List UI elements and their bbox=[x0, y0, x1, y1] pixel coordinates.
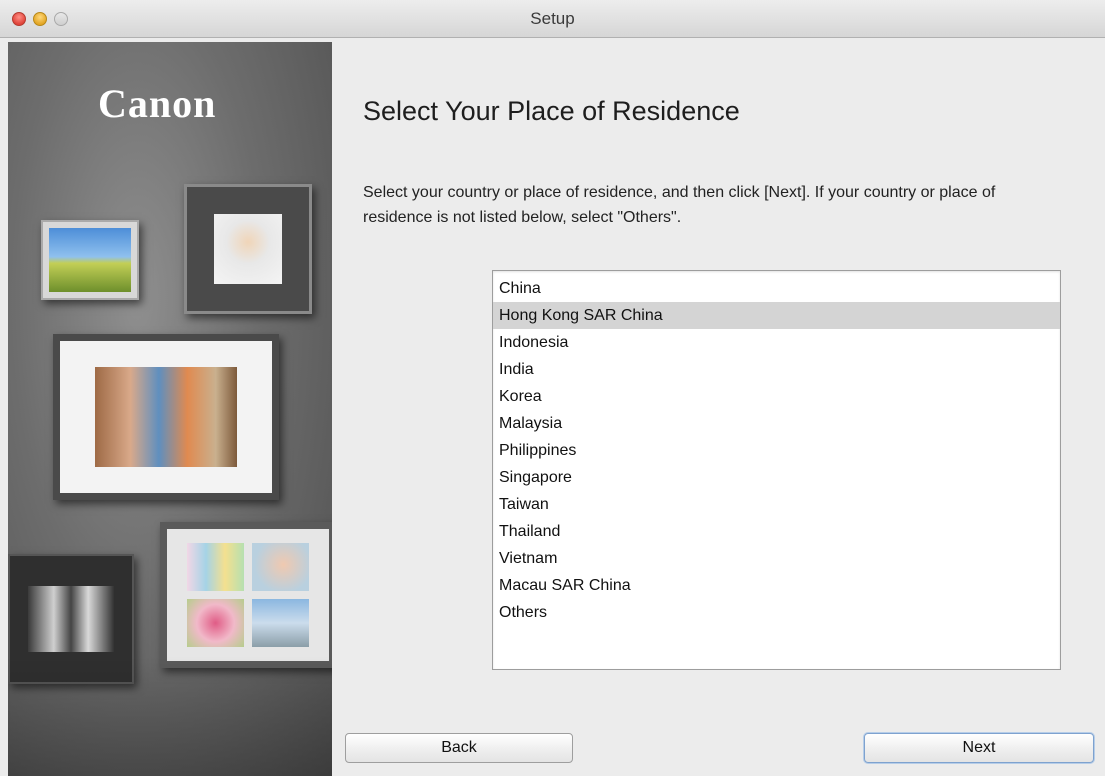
page-title: Select Your Place of Residence bbox=[363, 96, 740, 126]
title-bar: Setup bbox=[0, 0, 1105, 38]
country-list[interactable]: China Hong Kong SAR China Indonesia India Ko… bbox=[492, 270, 1061, 670]
country-list-item[interactable]: India bbox=[493, 356, 1060, 383]
country-list-item[interactable]: Malaysia bbox=[493, 410, 1060, 437]
next-button[interactable]: Next bbox=[864, 733, 1094, 763]
country-list-item[interactable]: Hong Kong SAR China bbox=[493, 302, 1060, 329]
family-photo-frame bbox=[8, 554, 134, 684]
country-list-item[interactable]: Philippines bbox=[493, 437, 1060, 464]
setup-window: Setup Canon Select Your Place of Residen… bbox=[0, 0, 1105, 776]
country-list-item[interactable]: Macau SAR China bbox=[493, 572, 1060, 599]
baby-photo-frame bbox=[184, 184, 312, 314]
country-list-item[interactable]: Singapore bbox=[493, 464, 1060, 491]
window-title: Setup bbox=[530, 9, 575, 28]
country-list-item[interactable]: China bbox=[493, 275, 1060, 302]
landscape-photo-frame bbox=[41, 220, 139, 300]
back-button[interactable]: Back bbox=[345, 733, 573, 763]
country-list-item[interactable]: Vietnam bbox=[493, 545, 1060, 572]
collage-photo-frame bbox=[160, 522, 332, 668]
instruction-text: Select your country or place of residenc… bbox=[363, 184, 996, 226]
country-list-item[interactable]: Thailand bbox=[493, 518, 1060, 545]
canon-logo: Canon bbox=[98, 81, 217, 126]
country-list-item[interactable]: Indonesia bbox=[493, 329, 1060, 356]
country-list-item[interactable]: Taiwan bbox=[493, 491, 1060, 518]
group-photo-frame bbox=[53, 334, 279, 500]
country-list-item[interactable]: Korea bbox=[493, 383, 1060, 410]
country-list-items: China Hong Kong SAR China Indonesia India Ko… bbox=[493, 271, 1060, 626]
decorative-side-panel: Canon bbox=[8, 42, 332, 776]
country-list-item[interactable]: Others bbox=[493, 599, 1060, 626]
